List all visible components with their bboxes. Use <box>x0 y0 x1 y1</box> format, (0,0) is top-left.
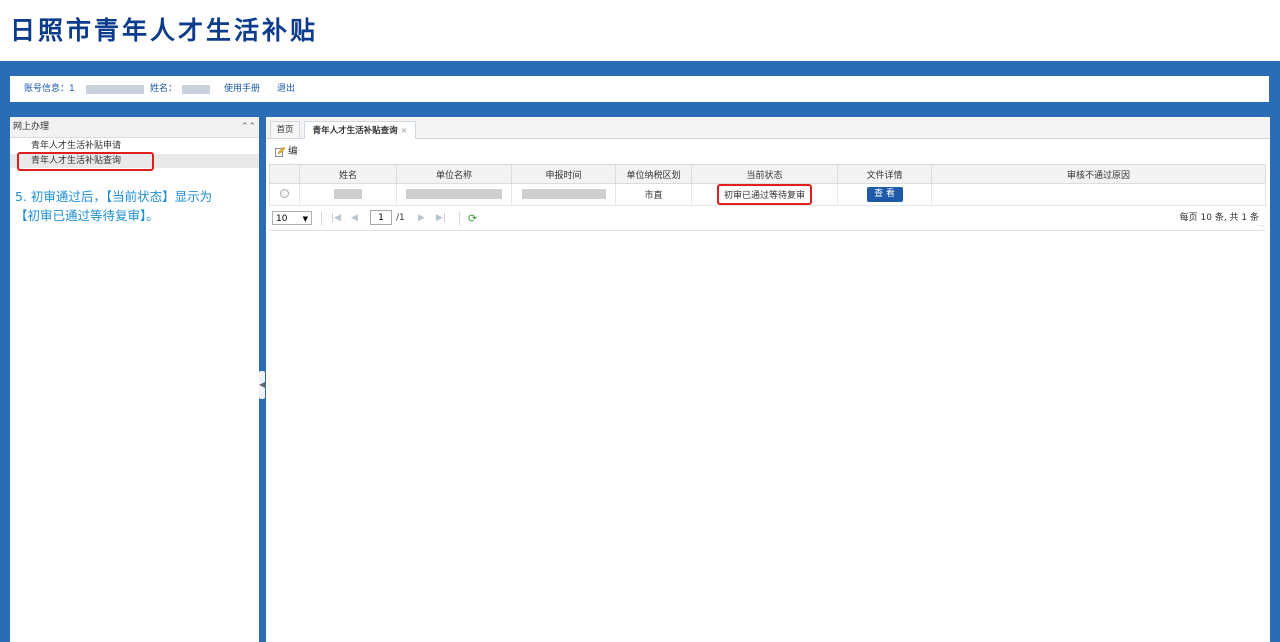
pager-separator <box>321 212 322 225</box>
content-panel: 首页 青年人才生活补贴查询× 编辑 姓名 单位名称 申报时间 单位纳税区划 当前… <box>266 117 1270 642</box>
date-redacted <box>521 189 606 200</box>
date-cell <box>511 183 616 206</box>
account-label: 账号信息：1 <box>24 84 75 94</box>
pagination-summary: 每页 10 条, 共 1 条 <box>1179 213 1259 223</box>
column-header-date[interactable]: 申报时间 <box>511 164 616 184</box>
page-size-select[interactable]: 10 ▼ <box>272 211 312 225</box>
refresh-icon[interactable]: ⟳ <box>468 211 477 226</box>
column-header-reject-reason[interactable]: 审核不通过原因 <box>931 164 1266 184</box>
pagination-bar: 10 ▼ |◀ ◀ 1 /1 ▶ ▶| ⟳ 每页 10 条, 共 1 条 ⁘ <box>269 208 1265 231</box>
page-number-input[interactable]: 1 <box>370 210 392 225</box>
pager-separator <box>459 212 460 225</box>
column-header-name[interactable]: 姓名 <box>299 164 397 184</box>
sidebar-panel: 网上办理 ⌃⌃ 青年人才生活补贴申请 青年人才生活补贴查询 5. 初审通过后，【… <box>10 117 259 642</box>
page-size-value: 10 <box>276 214 288 224</box>
logout-link[interactable]: 退出 <box>277 76 295 102</box>
highlight-box-menu <box>17 152 154 171</box>
sidebar-header: 网上办理 ⌃⌃ <box>10 117 259 138</box>
tab-subsidy-query-label: 青年人才生活补贴查询 <box>312 126 398 136</box>
sidebar-title: 网上办理 <box>13 122 50 132</box>
status-cell: 初审已通过等待复审 <box>691 183 838 206</box>
annotation-line-2: 【初审已通过等待复审】。 <box>15 208 159 223</box>
view-details-button[interactable]: 查 看 <box>866 187 903 202</box>
column-header-select <box>269 164 300 184</box>
account-info-bar: 账号信息：1 姓名： 使用手册 退出 <box>10 76 1269 102</box>
row-select-cell[interactable] <box>269 183 300 206</box>
double-chevron-up-icon[interactable]: ⌃⌃ <box>241 120 256 134</box>
grid-header-row: 姓名 单位名称 申报时间 单位纳税区划 当前状态 文件详情 审核不通过原因 <box>269 164 1266 184</box>
collapse-sidebar-handle[interactable]: ◀ <box>259 371 265 399</box>
column-header-tax-region[interactable]: 单位纳税区划 <box>615 164 692 184</box>
resize-grip-icon[interactable]: ⁘ <box>1259 222 1265 230</box>
user-manual-link[interactable]: 使用手册 <box>224 76 260 102</box>
last-page-icon[interactable]: ▶| <box>436 211 446 226</box>
next-page-icon[interactable]: ▶ <box>418 211 425 226</box>
site-title: 日照市青年人才生活补贴 <box>10 16 319 45</box>
name-redacted <box>334 189 362 200</box>
user-name-redacted <box>182 85 210 94</box>
table-row[interactable]: 市直 初审已通过等待复审 查 看 <box>269 183 1266 206</box>
row-radio[interactable] <box>280 188 289 198</box>
pencil-icon <box>275 147 285 157</box>
company-cell <box>396 183 512 206</box>
tax-region-cell: 市直 <box>615 183 692 206</box>
column-header-company[interactable]: 单位名称 <box>396 164 512 184</box>
name-label: 姓名： <box>150 84 178 94</box>
subsidy-grid: 姓名 单位名称 申报时间 单位纳税区划 当前状态 文件详情 审核不通过原因 市直… <box>269 164 1266 206</box>
total-pages-label: /1 <box>396 213 405 223</box>
tab-home[interactable]: 首页 <box>270 121 300 138</box>
status-badge: 初审已通过等待复审 <box>716 184 812 205</box>
close-icon[interactable]: × <box>401 126 408 135</box>
tab-home-label: 首页 <box>276 125 294 135</box>
company-redacted <box>406 189 502 200</box>
annotation-line-1: 5. 初审通过后，【当前状态】显示为 <box>15 189 213 204</box>
name-cell <box>299 183 397 206</box>
tabs-bar: 首页 青年人才生活补贴查询 × <box>266 117 1270 139</box>
column-header-status[interactable]: 当前状态 <box>691 164 838 184</box>
reject-reason-cell <box>931 183 1266 206</box>
details-cell: 查 看 <box>837 183 932 206</box>
account-number-redacted <box>86 85 144 94</box>
prev-page-icon[interactable]: ◀ <box>351 211 358 226</box>
chevron-down-icon: ▼ <box>302 215 308 223</box>
column-header-details[interactable]: 文件详情 <box>837 164 932 184</box>
first-page-icon[interactable]: |◀ <box>331 211 341 226</box>
tab-subsidy-query[interactable]: 青年人才生活补贴查询 × <box>304 121 416 139</box>
sidebar-item-apply[interactable]: 青年人才生活补贴申请 <box>10 139 259 153</box>
tutorial-annotation: 5. 初审通过后，【当前状态】显示为 【初审已通过等待复审】。 <box>15 187 255 225</box>
